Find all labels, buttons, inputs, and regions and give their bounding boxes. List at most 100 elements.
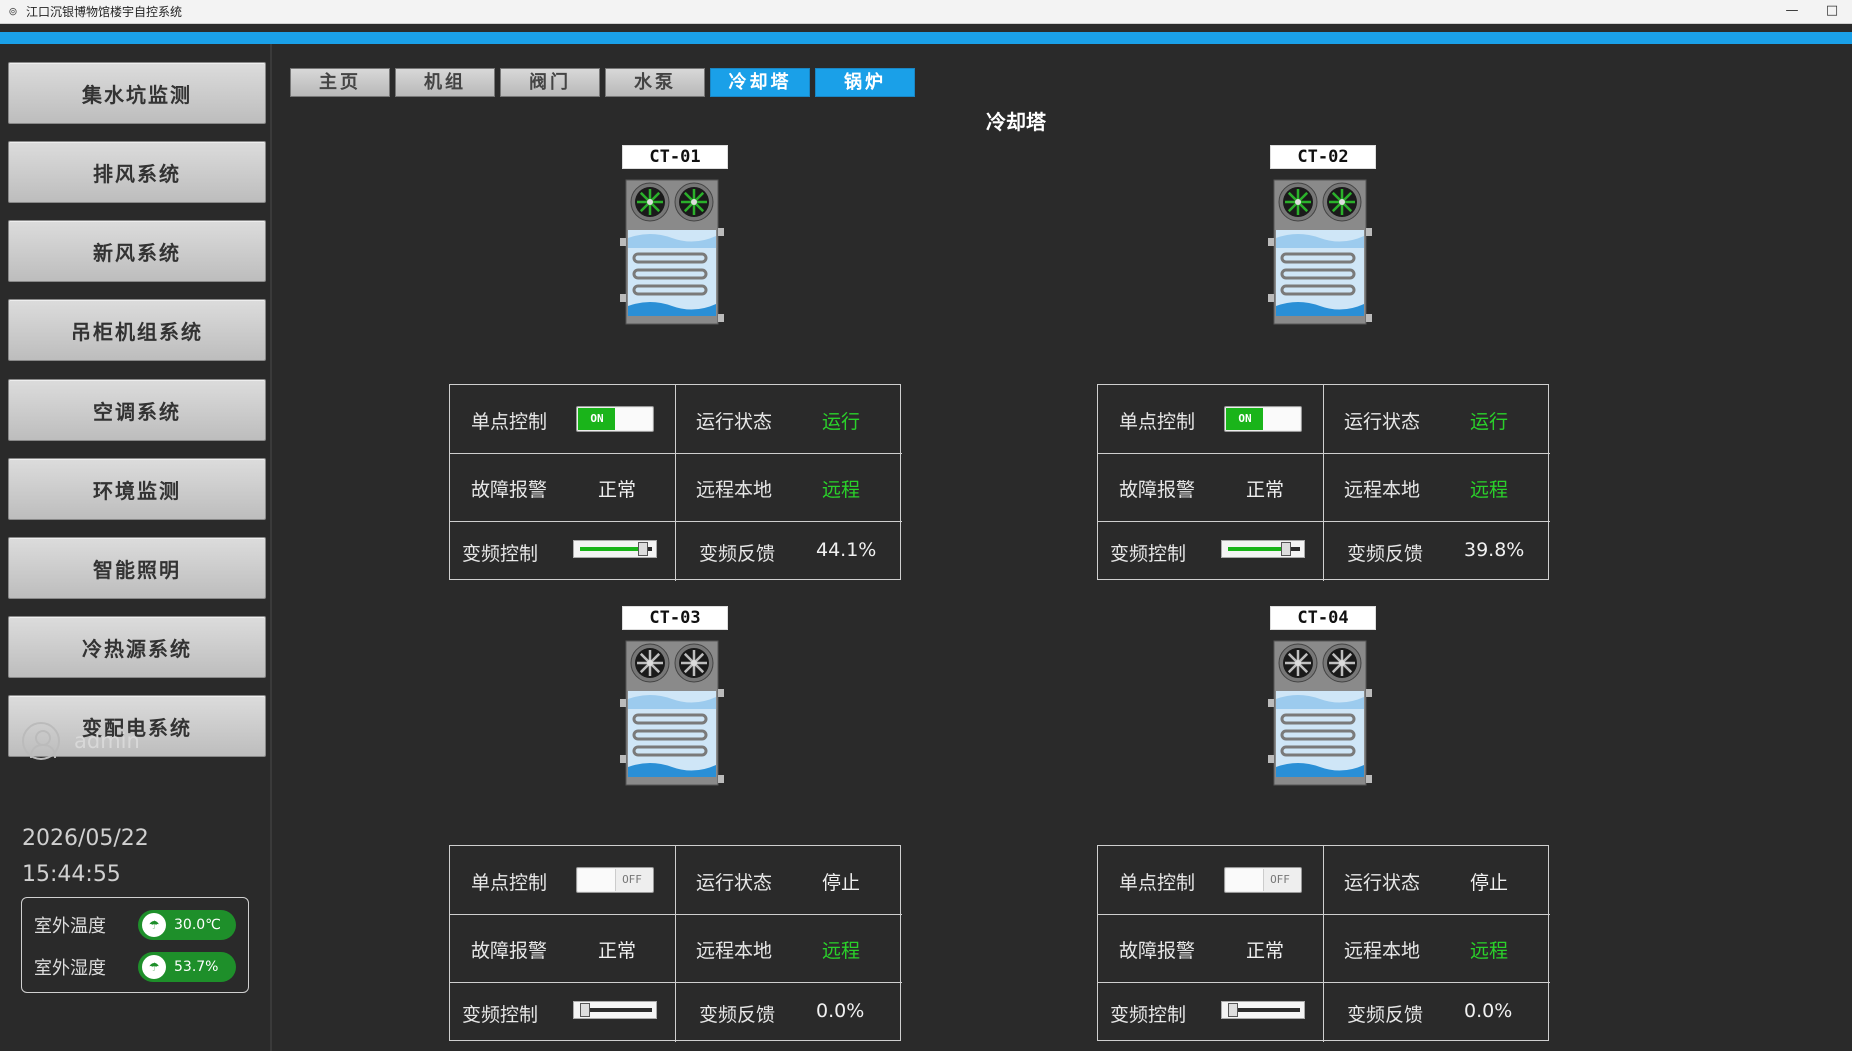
minimize-button[interactable]: — [1772, 0, 1812, 24]
slider-track [1228, 1008, 1300, 1012]
run-state-value: 停止 [822, 872, 861, 894]
cooling-tower-name-3: CT-03 [622, 606, 728, 630]
slider-thumb[interactable] [580, 1003, 590, 1017]
single-control-label: 单点控制 [1119, 411, 1196, 433]
switch-off-indicator: OFF [622, 873, 642, 886]
run-state-label: 运行状态 [696, 411, 773, 433]
freq-feedback-value: 0.0% [1464, 1000, 1513, 1022]
user-icon [22, 722, 60, 760]
outdoor-env-panel: 室外温度 ☂ 30.0℃ 室外湿度 ☂ 53.7% [21, 897, 249, 993]
run-state-label: 运行状态 [1344, 872, 1421, 894]
run-state-value: 停止 [1470, 872, 1509, 894]
tab-pumps[interactable]: 水泵 [605, 68, 705, 97]
current-date: 2026/05/22 [22, 826, 149, 851]
sidebar-item-hanging-unit[interactable]: 吊柜机组系统 [8, 299, 266, 361]
single-control-switch[interactable]: ON [1224, 406, 1302, 432]
sidebar-item-fresh-air[interactable]: 新风系统 [8, 220, 266, 282]
remote-local-label: 远程本地 [696, 479, 773, 501]
humidity-icon: ☂ [142, 955, 166, 979]
slider-thumb[interactable] [638, 542, 648, 556]
tab-boiler[interactable]: 锅炉 [815, 68, 915, 97]
app-icon: ⊚ [8, 4, 18, 18]
outdoor-temp-badge: ☂ 30.0℃ [138, 910, 236, 940]
freq-feedback-value: 39.8% [1464, 539, 1525, 561]
cooling-tower-panel-4: 单点控制 OFF 运行状态 停止 故障报警 正常 远程本地 远程 变频控制 变频… [1097, 845, 1550, 1042]
username: admin [74, 729, 140, 753]
page-title: 冷却塔 [986, 110, 1046, 134]
fault-alarm-value: 正常 [598, 940, 637, 962]
fault-alarm-value: 正常 [1246, 940, 1285, 962]
freq-feedback-value: 44.1% [816, 539, 877, 561]
tab-bar: 主页 机组 阀门 水泵 冷却塔 锅炉 [290, 68, 920, 97]
run-state-label: 运行状态 [696, 872, 773, 894]
slider-track [580, 1008, 652, 1012]
freq-feedback-label: 变频反馈 [1347, 543, 1424, 565]
fault-alarm-value: 正常 [1246, 479, 1285, 501]
tab-units[interactable]: 机组 [395, 68, 495, 97]
switch-knob [1263, 408, 1300, 430]
run-state-label: 运行状态 [1344, 411, 1421, 433]
single-control-label: 单点控制 [1119, 872, 1196, 894]
single-control-switch[interactable]: OFF [1224, 867, 1302, 893]
freq-control-slider[interactable] [573, 1001, 657, 1019]
remote-local-label: 远程本地 [696, 940, 773, 962]
fault-alarm-label: 故障报警 [471, 479, 548, 501]
accent-bar [0, 32, 1852, 44]
sidebar-item-heat-cold-source[interactable]: 冷热源系统 [8, 616, 266, 678]
cooling-tower-name-1: CT-01 [622, 145, 728, 169]
cooling-tower-icon [620, 178, 724, 328]
remote-local-value: 远程 [1470, 479, 1509, 501]
slider-thumb[interactable] [1281, 542, 1291, 556]
freq-control-slider[interactable] [573, 540, 657, 558]
single-control-switch[interactable]: OFF [576, 867, 654, 893]
freq-feedback-label: 变频反馈 [1347, 1004, 1424, 1026]
cooling-tower-name-4: CT-04 [1270, 606, 1376, 630]
freq-control-label: 变频控制 [1110, 1004, 1187, 1026]
cooling-tower-panel-2: 单点控制 ON 运行状态 运行 故障报警 正常 远程本地 远程 变频控制 变频反… [1097, 384, 1550, 581]
cooling-tower-icon [1268, 639, 1372, 789]
run-state-value: 运行 [822, 411, 861, 433]
single-control-label: 单点控制 [471, 411, 548, 433]
freq-control-label: 变频控制 [462, 543, 539, 565]
tab-cooling-tower[interactable]: 冷却塔 [710, 68, 810, 97]
run-state-value: 运行 [1470, 411, 1509, 433]
title-bar: ⊚ 江口沉银博物馆楼宇自控系统 — □ [0, 0, 1852, 24]
outdoor-temp-value: 30.0℃ [174, 917, 221, 933]
fault-alarm-value: 正常 [598, 479, 637, 501]
fault-alarm-label: 故障报警 [471, 940, 548, 962]
maximize-button[interactable]: □ [1812, 0, 1852, 24]
single-control-label: 单点控制 [471, 872, 548, 894]
sidebar-item-hvac[interactable]: 空调系统 [8, 379, 266, 441]
outdoor-humidity-badge: ☂ 53.7% [138, 952, 236, 982]
freq-control-slider[interactable] [1221, 1001, 1305, 1019]
outdoor-temp-label: 室外温度 [34, 916, 106, 937]
tab-home[interactable]: 主页 [290, 68, 390, 97]
slider-fill [1228, 547, 1285, 551]
single-control-switch[interactable]: ON [576, 406, 654, 432]
thermometer-icon: ☂ [142, 913, 166, 937]
switch-knob [615, 408, 652, 430]
remote-local-value: 远程 [822, 940, 861, 962]
switch-on-indicator: ON [1226, 408, 1264, 430]
fault-alarm-label: 故障报警 [1119, 940, 1196, 962]
cooling-tower-panel-3: 单点控制 OFF 运行状态 停止 故障报警 正常 远程本地 远程 变频控制 变频… [449, 845, 902, 1042]
outdoor-humidity-label: 室外湿度 [34, 958, 106, 979]
cooling-tower-icon [1268, 178, 1372, 328]
sidebar-item-exhaust[interactable]: 排风系统 [8, 141, 266, 203]
switch-knob [1226, 869, 1264, 891]
slider-thumb[interactable] [1228, 1003, 1238, 1017]
remote-local-label: 远程本地 [1344, 940, 1421, 962]
freq-feedback-value: 0.0% [816, 1000, 865, 1022]
freq-control-label: 变频控制 [1110, 543, 1187, 565]
slider-fill [580, 547, 644, 551]
freq-control-slider[interactable] [1221, 540, 1305, 558]
window-title: 江口沉银博物馆楼宇自控系统 [26, 5, 183, 19]
remote-local-value: 远程 [1470, 940, 1509, 962]
cooling-tower-icon [620, 639, 724, 789]
sidebar-item-lighting[interactable]: 智能照明 [8, 537, 266, 599]
tab-valves[interactable]: 阀门 [500, 68, 600, 97]
sidebar-item-sump-monitor[interactable]: 集水坑监测 [8, 62, 266, 124]
switch-off-indicator: OFF [1270, 873, 1290, 886]
sidebar-item-env-monitor[interactable]: 环境监测 [8, 458, 266, 520]
outdoor-humidity-value: 53.7% [174, 959, 219, 975]
